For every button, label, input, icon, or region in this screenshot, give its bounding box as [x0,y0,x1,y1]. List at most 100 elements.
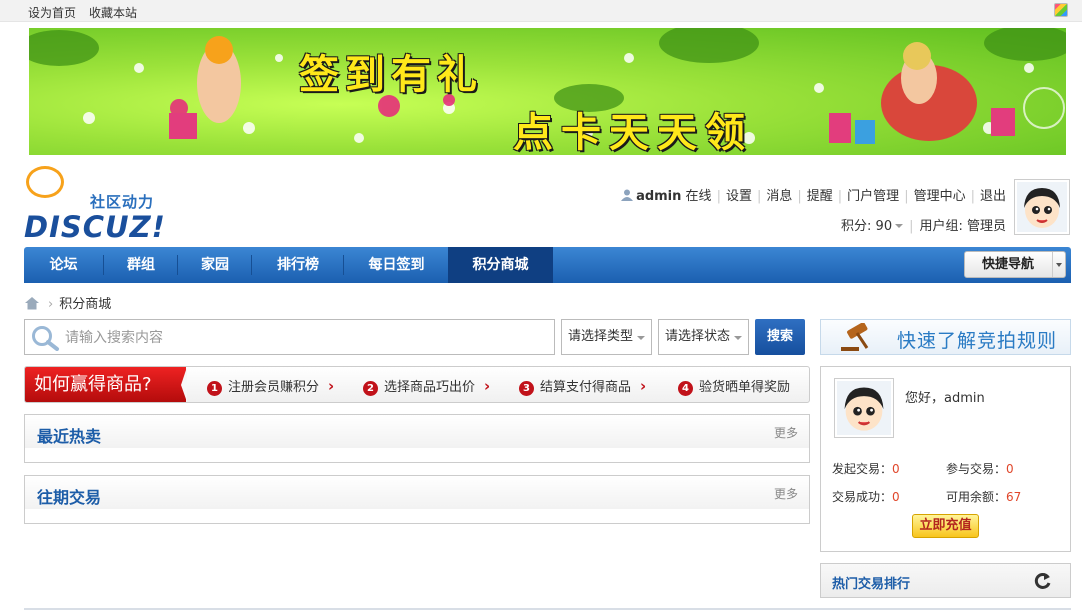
quick-nav-label: 快捷导航 [982,257,1035,272]
settings-link[interactable]: 设置 [726,189,752,204]
chevron-down-icon [734,336,742,340]
quick-nav-button[interactable]: 快捷导航 [964,251,1066,278]
type-select[interactable]: 请选择类型 [561,319,652,355]
chevron-down-icon [1052,252,1065,277]
status-select[interactable]: 请选择状态 [658,319,749,355]
step-item: 4 验货晒单得奖励 [678,376,790,396]
nav-divider [343,255,344,275]
nav-divider [103,255,104,275]
step-number-icon: 2 [363,381,378,396]
nav-item-forum[interactable]: 论坛 [24,247,103,283]
step-number-icon: 4 [678,381,693,396]
username-link[interactable]: admin [636,189,681,204]
logo-wordmark: DISCUZ! [24,210,166,244]
stat-label: 交易成功： [832,490,893,504]
bookmark-link[interactable]: 收藏本站 [89,4,137,21]
page-divider [24,608,1071,610]
type-select-value: 请选择类型 [568,329,634,344]
stat-value: 0 [1006,462,1014,476]
breadcrumb: › 积分商城 [24,293,112,312]
stat-success: 交易成功：0 [832,488,900,505]
portal-admin-link[interactable]: 门户管理 [847,189,899,204]
stat-value: 0 [892,462,900,476]
stat-label: 参与交易： [946,462,1007,476]
logout-link[interactable]: 退出 [980,189,1006,204]
nav-item-home[interactable]: 家园 [179,247,251,283]
recent-hot-more-link[interactable]: 更多 [774,424,798,441]
nav-item-groups[interactable]: 群组 [105,247,177,283]
greeting: 您好，admin [905,391,985,406]
home-icon[interactable] [24,296,40,310]
promo-banner[interactable]: 签到有礼 点卡天天领 [29,28,1066,155]
avatar-face-icon [837,381,891,435]
chevron-right-icon: › [484,377,491,395]
search-box [24,319,555,355]
site-logo[interactable]: 社区动力 DISCUZ! [24,166,174,244]
status-select-value: 请选择状态 [665,329,731,344]
search-input[interactable] [65,327,545,349]
gavel-icon [841,323,869,351]
step-label: 选择商品巧出价 [384,380,476,395]
how-to-win-steps: 如何赢得商品? 1 注册会员赚积分 › 2 选择商品巧出价 › 3 结算支付得商品 › 4验… [24,366,810,403]
auction-rules-label: 快速了解竞拍规则 [897,330,1058,352]
step-item: 1 注册会员赚积分 › [207,376,334,396]
chevron-right-icon: › [328,377,335,395]
past-trades-title: 往期交易 [37,488,102,507]
stat-value: 67 [1006,490,1022,504]
notices-link[interactable]: 提醒 [807,189,833,204]
messages-link[interactable]: 消息 [766,189,792,204]
step-label: 注册会员赚积分 [228,380,320,395]
user-icon [621,189,634,201]
set-home-link[interactable]: 设为首页 [28,4,76,21]
auction-rules-banner[interactable]: 快速了解竞拍规则 [820,319,1071,355]
nav-item-points-mall[interactable]: 积分商城 [448,247,553,283]
logo-tagline: 社区动力 [90,193,155,211]
stat-balance: 可用余额：67 [946,488,1021,505]
banner-subheadline: 点卡天天领 [513,109,753,155]
main-nav: 论坛 群组 家园 排行榜 每日签到 积分商城 [24,247,1071,283]
points-dropdown[interactable]: 积分: 90 [841,219,904,234]
stat-label: 发起交易： [832,462,893,476]
chevron-down-icon [637,336,645,340]
stat-label: 可用余额： [946,490,1007,504]
points-label: 积分: 90 [841,219,893,234]
avatar[interactable] [834,378,894,438]
search-icon [32,326,59,351]
past-trades-panel: 往期交易 更多 [24,475,810,524]
steps-heading: 如何赢得商品? [25,367,187,402]
step-number-icon: 1 [207,381,222,396]
banner-headline: 签到有礼 [299,51,483,98]
nav-divider [177,255,178,275]
online-status[interactable]: 在线 [686,189,712,204]
avatar[interactable] [1014,179,1070,235]
step-label: 结算支付得商品 [540,380,632,395]
user-stats-line: 积分: 90 | 用户组: 管理员 [841,219,1006,234]
recent-hot-title: 最近热卖 [37,427,102,446]
skin-switch-icon[interactable] [1054,3,1068,17]
admin-center-link[interactable]: 管理中心 [914,189,966,204]
search-button[interactable]: 搜索 [755,319,805,355]
stat-value: 0 [892,490,900,504]
nav-item-daily-checkin[interactable]: 每日签到 [345,247,448,283]
chevron-right-icon: › [640,377,647,395]
step-number-icon: 3 [519,381,534,396]
nav-item-ranking[interactable]: 排行榜 [253,247,343,283]
recharge-button[interactable]: 立即充值 [912,514,979,538]
recent-hot-panel: 最近热卖 更多 [24,414,810,463]
refresh-icon[interactable] [1034,572,1052,590]
past-trades-more-link[interactable]: 更多 [774,485,798,502]
stat-joined: 参与交易：0 [946,460,1014,477]
user-menu: admin 在线 | 设置 | 消息 | 提醒 | 门户管理 | 管理中心 | 退出 [621,185,1006,204]
logo-bubble-icon [26,166,64,198]
breadcrumb-separator-icon: › [48,297,54,312]
hot-rank-title: 热门交易排行 [832,577,911,592]
user-card: 您好，admin 发起交易：0 参与交易：0 交易成功：0 可用余额：67 立即… [820,366,1071,552]
step-item: 3 结算支付得商品 › [519,376,646,396]
avatar-face-icon [1017,182,1067,232]
chevron-down-icon [895,224,904,228]
hot-trade-ranking: 热门交易排行 [820,563,1071,598]
step-label: 验货晒单得奖励 [699,380,791,395]
user-group-label[interactable]: 用户组: 管理员 [919,219,1006,234]
stat-started: 发起交易：0 [832,460,900,477]
breadcrumb-current: 积分商城 [59,297,112,312]
